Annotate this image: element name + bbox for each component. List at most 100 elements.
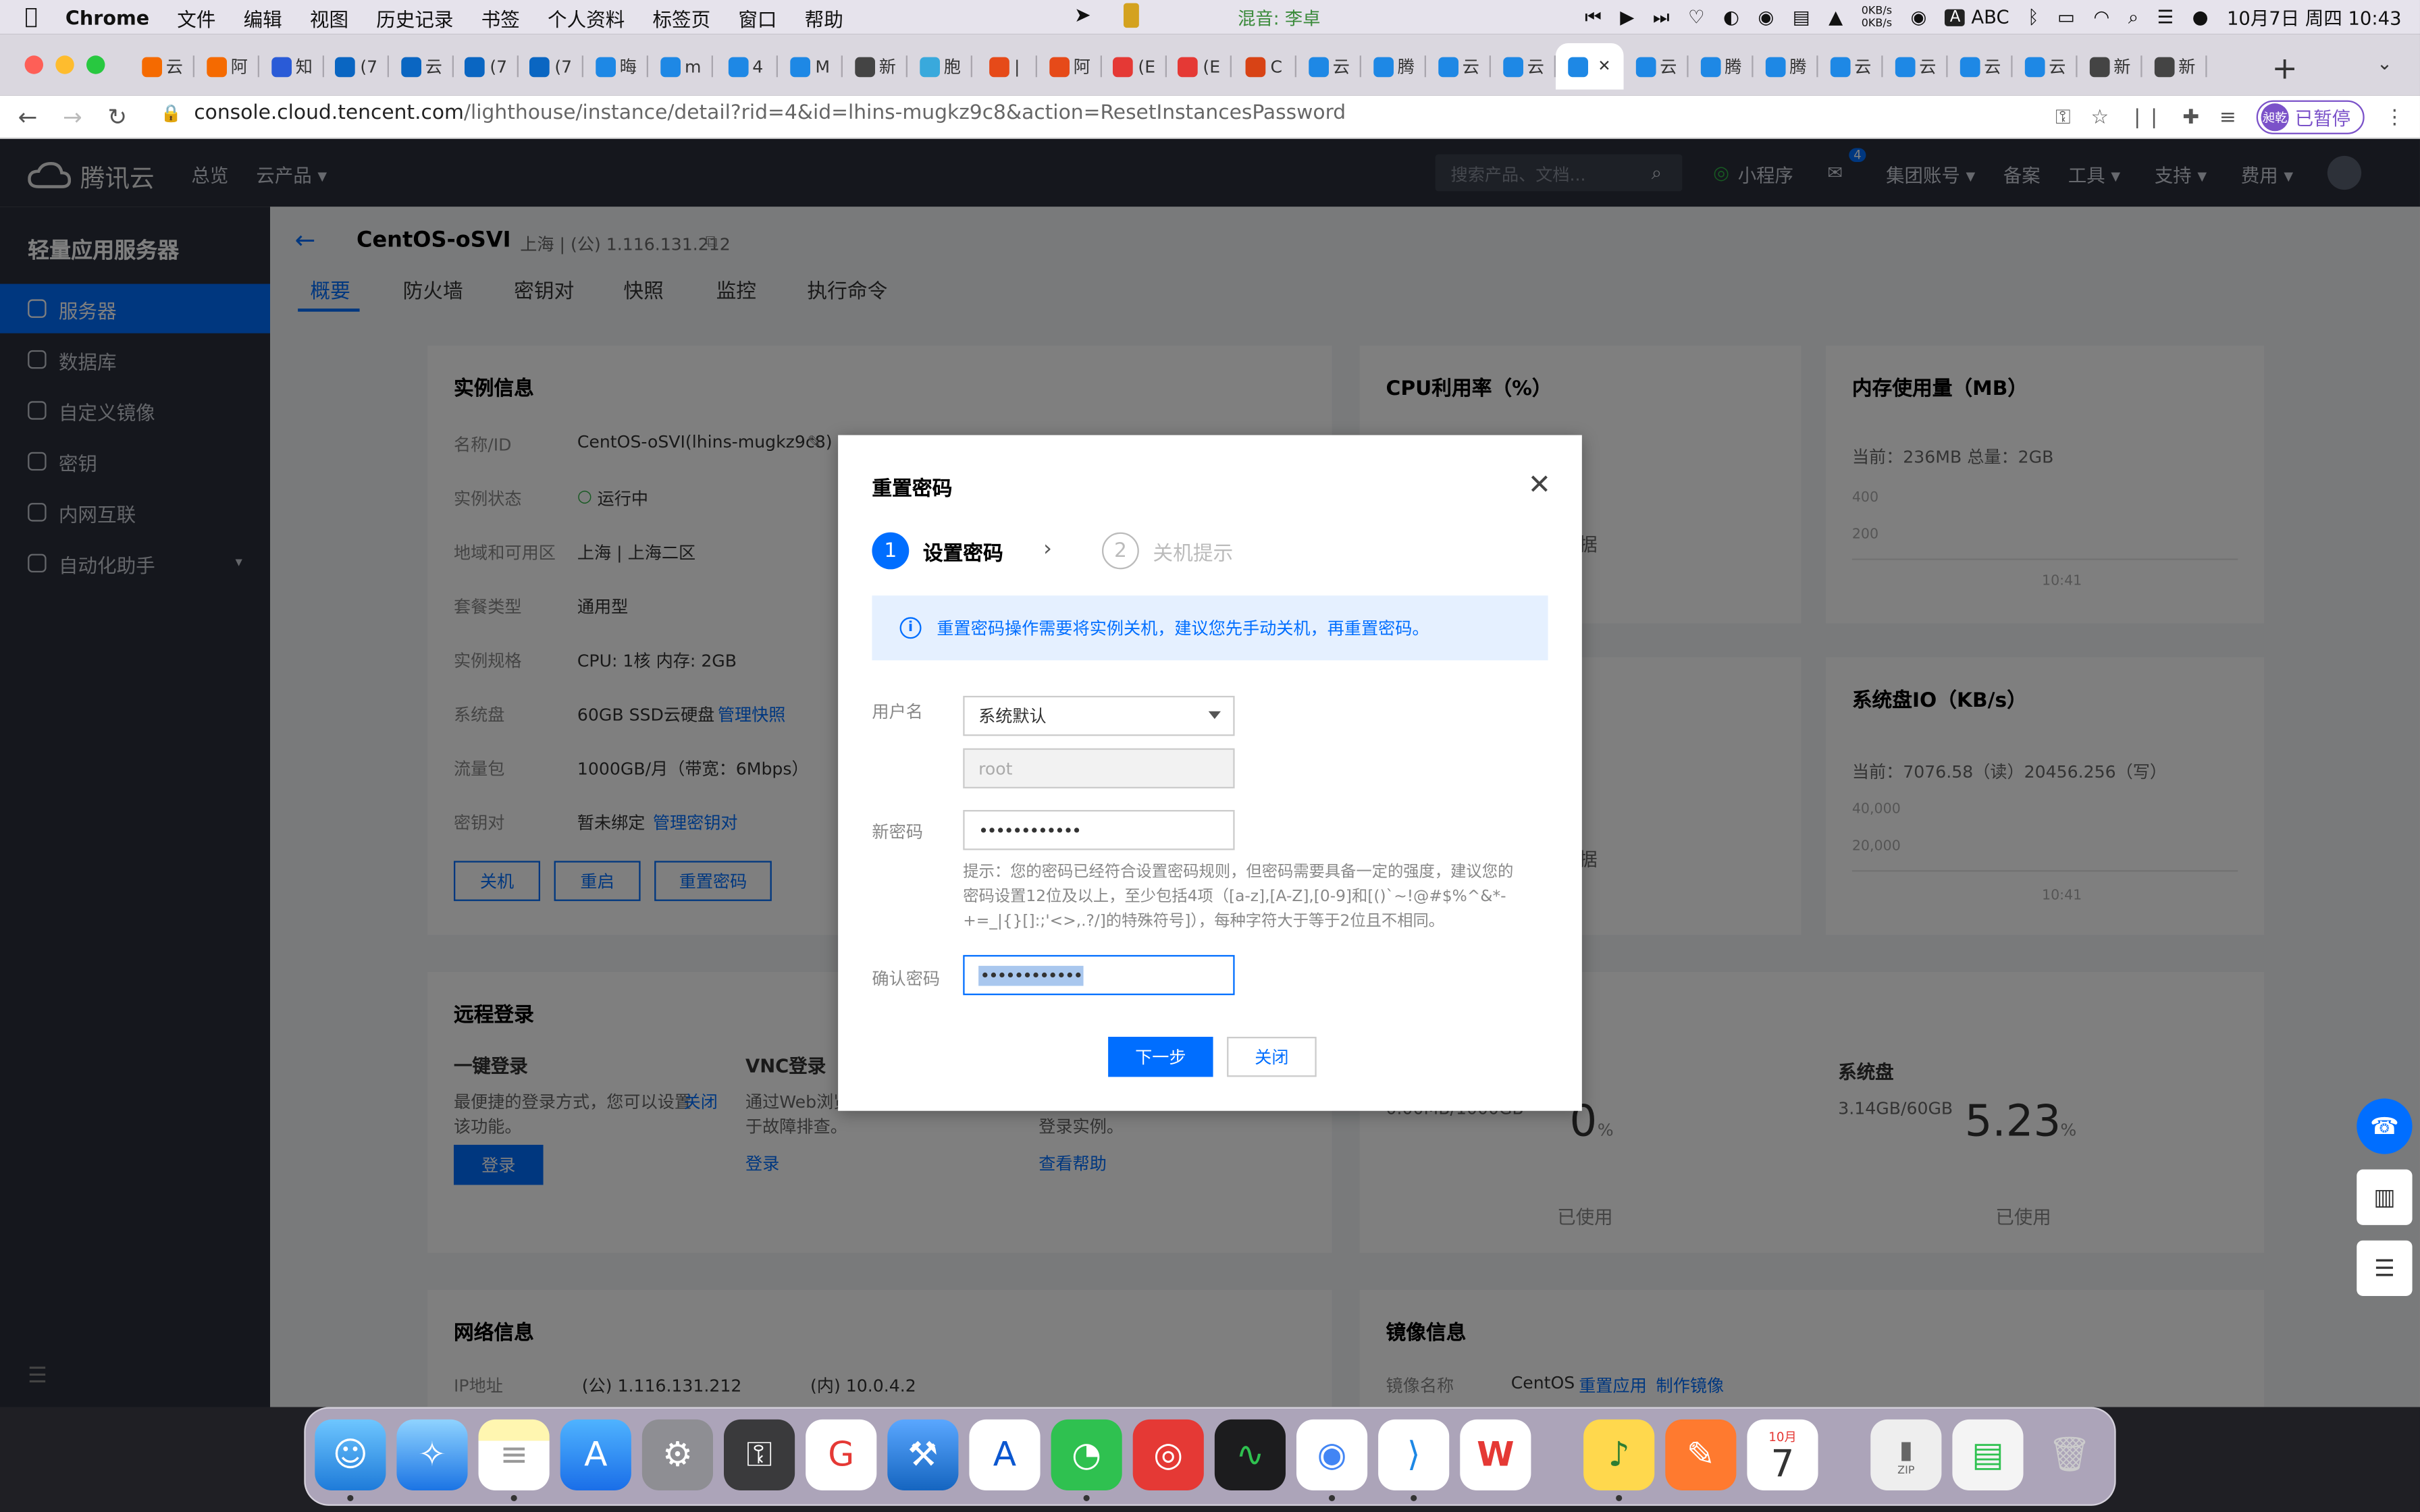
tab-search-icon[interactable]: ⌄ <box>2377 53 2392 74</box>
close-button[interactable]: 关闭 <box>1227 1036 1317 1077</box>
git-app-icon[interactable]: G <box>806 1419 877 1490</box>
safari-icon[interactable]: ✧ <box>396 1419 468 1490</box>
app-menu[interactable]: Chrome <box>65 5 149 28</box>
heart-icon[interactable]: ♡ <box>1688 6 1705 28</box>
username-select[interactable]: 系统默认 <box>963 695 1235 736</box>
zip-file-icon[interactable]: ▮ ZIP <box>1870 1419 1942 1490</box>
browser-tab[interactable]: (E <box>1102 43 1167 90</box>
browser-tab[interactable]: 云 <box>1624 43 1689 90</box>
calendar-icon[interactable]: 10月 7 <box>1747 1419 1818 1490</box>
browser-tab[interactable]: 新 <box>2078 43 2142 90</box>
activity-monitor-icon[interactable]: ∿ <box>1214 1419 1286 1490</box>
menu-view[interactable]: 视图 <box>310 2 348 31</box>
username-field[interactable]: root <box>963 748 1235 788</box>
key-icon[interactable]: ⚿ <box>2055 106 2071 129</box>
menu-profiles[interactable]: 个人资料 <box>548 2 625 31</box>
close-tab-icon[interactable]: ✕ <box>1598 58 1610 75</box>
previous-track-icon[interactable]: ⏮ <box>1585 5 1602 28</box>
menu-list-icon[interactable]: ☰ <box>2357 1240 2413 1296</box>
menu-window[interactable]: 窗口 <box>738 2 777 31</box>
browser-tab[interactable]: (7 <box>324 43 389 90</box>
android-studio-icon[interactable]: A <box>969 1419 1041 1490</box>
wechat-status-icon[interactable]: ◉ <box>1758 6 1774 28</box>
browser-tab[interactable]: 新 <box>2142 43 2207 90</box>
xcode-icon[interactable]: ⚒ <box>887 1419 959 1490</box>
forward-button[interactable]: → <box>54 103 91 130</box>
system-preferences-icon[interactable]: ⚙ <box>641 1419 713 1490</box>
browser-tab[interactable]: (E <box>1167 43 1232 90</box>
lock-icon[interactable]: 🔒 <box>161 103 182 124</box>
browser-tab[interactable]: 腾 <box>1754 43 1818 90</box>
next-track-icon[interactable]: ⏭ <box>1653 5 1670 28</box>
trash-icon[interactable]: 🗑 <box>2034 1420 2105 1490</box>
tray-icon[interactable]: ▤ <box>1793 6 1810 28</box>
customer-service-icon[interactable]: ☎ <box>2357 1098 2413 1154</box>
browser-tab[interactable]: C <box>1232 43 1296 90</box>
app-status-icon[interactable] <box>1123 3 1139 28</box>
bookmark-star-icon[interactable]: ☆ <box>2090 106 2109 129</box>
menu-edit[interactable]: 编辑 <box>244 2 282 31</box>
vscode-icon[interactable]: ⟩ <box>1378 1419 1450 1490</box>
next-button[interactable]: 下一步 <box>1108 1036 1213 1077</box>
browser-tab[interactable]: 阿 <box>194 43 259 90</box>
profile-button[interactable]: 昶乾 已暂停 <box>2256 100 2365 134</box>
location-icon[interactable]: ➤ <box>1074 5 1091 28</box>
input-method[interactable]: A ABC <box>1945 6 2009 28</box>
browser-tab[interactable]: 晦 <box>583 43 648 90</box>
browser-tab[interactable]: 知 <box>259 43 324 90</box>
menu-history[interactable]: 历史记录 <box>376 2 453 31</box>
cat-icon[interactable]: ▲ <box>1829 6 1843 28</box>
battery-icon[interactable]: ▭ <box>2057 6 2075 28</box>
chrome-icon[interactable]: ◉ <box>1296 1419 1368 1490</box>
keychain-icon[interactable]: ⚿ <box>723 1419 795 1490</box>
browser-tab[interactable]: (7 <box>519 43 583 90</box>
docs-icon[interactable]: ▥ <box>2357 1169 2413 1225</box>
extension-icon[interactable]: ❘❘ <box>2129 106 2163 129</box>
tab-active[interactable]: ✕ <box>1555 43 1624 90</box>
bluetooth-icon[interactable]: ᛒ <box>2028 6 2038 28</box>
puzzle-icon[interactable]: ✚ <box>2182 106 2199 129</box>
apple-icon[interactable]:  <box>25 5 38 30</box>
browser-tab[interactable]: 云 <box>2013 43 2078 90</box>
qq-music-icon[interactable]: ♪ <box>1583 1419 1655 1490</box>
reload-button[interactable]: ↻ <box>99 103 136 130</box>
spotlight-icon[interactable]: ⌕ <box>2128 5 2138 28</box>
browser-tab[interactable]: 腾 <box>1361 43 1426 90</box>
address-bar[interactable]: 🔒 console.cloud.tencent.com/lighthouse/in… <box>161 102 1346 125</box>
pencil-app-icon[interactable]: ✎ <box>1665 1419 1737 1490</box>
wechat-icon[interactable]: ◔ <box>1051 1419 1122 1490</box>
vpn-icon[interactable]: ◐ <box>1723 6 1739 28</box>
wifi-icon[interactable]: ◠ <box>2093 6 2109 28</box>
app-store-icon[interactable]: A <box>560 1419 631 1490</box>
minimize-window-button[interactable] <box>55 55 74 74</box>
zoom-window-button[interactable] <box>86 55 105 74</box>
browser-tab[interactable]: 云 <box>389 43 454 90</box>
confirm-password-field[interactable]: •••••••••••• <box>963 954 1235 996</box>
back-button[interactable]: ← <box>9 103 47 130</box>
reading-list-icon[interactable]: ≡ <box>2219 106 2236 129</box>
browser-tab[interactable]: 云 <box>1296 43 1361 90</box>
menu-help[interactable]: 帮助 <box>805 2 843 31</box>
downloads-stack-icon[interactable]: ▤ <box>1952 1419 2024 1490</box>
menu-tabs[interactable]: 标签页 <box>652 2 710 31</box>
play-icon[interactable]: ▶ <box>1620 6 1634 28</box>
browser-tab[interactable]: 腾 <box>1689 43 1754 90</box>
siri-icon[interactable]: ● <box>2192 6 2209 28</box>
browser-tab[interactable]: 云 <box>1491 43 1556 90</box>
wps-icon[interactable]: W <box>1460 1419 1531 1490</box>
menu-bookmarks[interactable]: 书签 <box>481 2 520 31</box>
new-password-field[interactable]: •••••••••••• <box>963 809 1235 850</box>
notes-icon[interactable]: ≡ <box>478 1419 550 1490</box>
browser-tab[interactable]: 新 <box>843 43 908 90</box>
new-tab-button[interactable]: + <box>2272 49 2298 86</box>
browser-tab[interactable]: 胞 <box>908 43 972 90</box>
control-center-icon[interactable]: ☰ <box>2157 6 2174 28</box>
browser-tab[interactable]: 云 <box>1948 43 2013 90</box>
close-window-button[interactable] <box>24 55 43 74</box>
browser-tab[interactable]: (7 <box>454 43 519 90</box>
finder-icon[interactable]: ☺ <box>315 1419 386 1490</box>
browser-tab[interactable]: 云 <box>1883 43 1948 90</box>
more-menu-icon[interactable]: ⋮ <box>2384 106 2404 129</box>
browser-tab[interactable]: | <box>972 43 1037 90</box>
browser-tab[interactable]: M <box>778 43 843 90</box>
